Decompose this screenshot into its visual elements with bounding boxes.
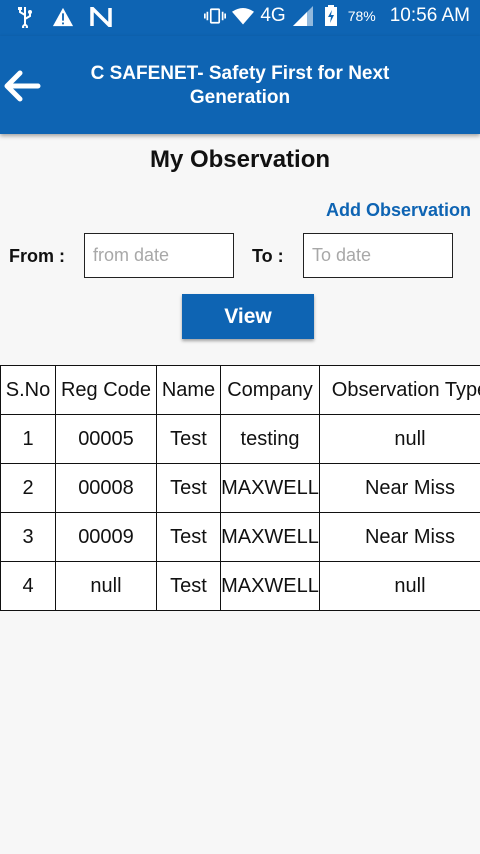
cell-company: MAXWELL (220, 463, 320, 513)
n-logo-icon (90, 6, 112, 28)
table-row[interactable]: 4 null Test MAXWELL null (0, 561, 480, 611)
table-row[interactable]: 1 00005 Test testing null (0, 414, 480, 464)
cell-sno: 2 (0, 463, 56, 513)
cell-name: Test (156, 414, 221, 464)
cell-reg-code: 00009 (55, 512, 157, 562)
cell-name: Test (156, 463, 221, 513)
header-name: Name (156, 365, 221, 415)
cell-name: Test (156, 561, 221, 611)
cell-observation-type: null (319, 414, 480, 464)
cell-sno: 3 (0, 512, 56, 562)
header-reg-code: Reg Code (55, 365, 157, 415)
header-company: Company (220, 365, 320, 415)
cell-reg-code: 00005 (55, 414, 157, 464)
cell-observation-type: Near Miss (319, 512, 480, 562)
cell-company: MAXWELL (220, 561, 320, 611)
vibrate-icon (204, 5, 227, 27)
battery-charging-icon (320, 5, 342, 27)
cell-company: testing (220, 414, 320, 464)
page-title: My Observation (149, 146, 331, 173)
table-header-row: S.No Reg Code Name Company Observation T… (0, 365, 480, 415)
signal-icon (292, 5, 314, 27)
app-title: C SAFENET- Safety First for Next Generat… (90, 63, 390, 108)
battery-percent: 78% (347, 8, 376, 24)
status-left-icons (14, 6, 112, 28)
cell-observation-type: null (319, 561, 480, 611)
table-row[interactable]: 3 00009 Test MAXWELL Near Miss (0, 512, 480, 562)
from-label: From : (9, 246, 65, 266)
warning-icon (52, 6, 74, 28)
from-date-input[interactable] (84, 233, 234, 278)
cell-reg-code: 00008 (55, 463, 157, 513)
clock: 10:56 AM (389, 5, 470, 26)
app-bar: C SAFENET- Safety First for Next Generat… (0, 36, 480, 134)
cell-observation-type: Near Miss (319, 463, 480, 513)
view-button[interactable]: View (182, 294, 314, 339)
to-date-input[interactable] (303, 233, 453, 278)
back-button[interactable] (2, 68, 42, 104)
back-arrow-icon (2, 70, 42, 108)
status-bar: 4G 78% 10:56 AM (0, 0, 480, 36)
table-row[interactable]: 2 00008 Test MAXWELL Near Miss (0, 463, 480, 513)
header-sno: S.No (0, 365, 56, 415)
usb-icon (14, 6, 36, 28)
cell-name: Test (156, 512, 221, 562)
add-observation-link[interactable]: Add Observation (326, 200, 471, 221)
observation-table-container: S.No Reg Code Name Company Observation T… (0, 365, 480, 611)
to-label: To : (252, 246, 284, 266)
cell-reg-code: null (55, 561, 157, 611)
cell-sno: 4 (0, 561, 56, 611)
header-observation-type: Observation Type (319, 365, 480, 415)
status-right-icons: 4G 78% 10:56 AM (204, 5, 470, 27)
cell-company: MAXWELL (220, 512, 320, 562)
network-type: 4G (260, 5, 286, 26)
wifi-icon (232, 5, 255, 27)
cell-sno: 1 (0, 414, 56, 464)
observation-table: S.No Reg Code Name Company Observation T… (0, 365, 480, 611)
